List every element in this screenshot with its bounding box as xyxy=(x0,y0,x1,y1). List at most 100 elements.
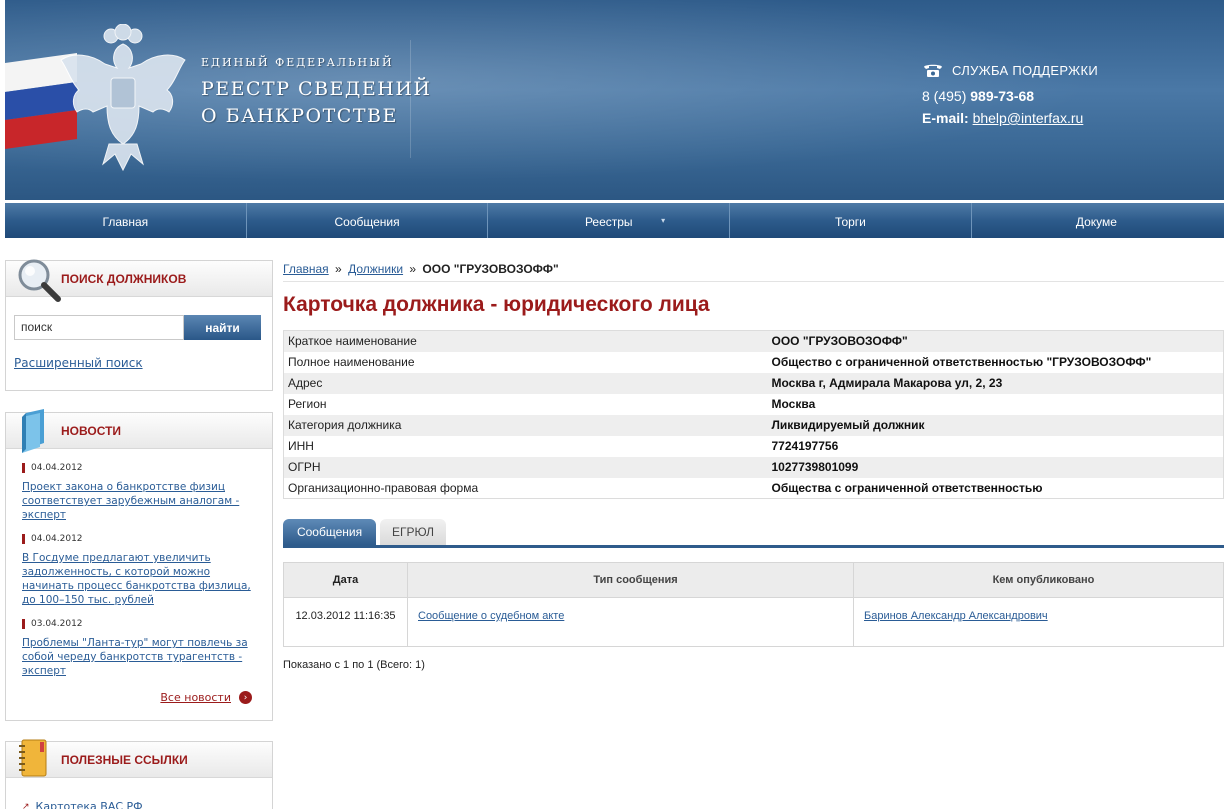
content-tabs: Сообщения ЕГРЮЛ xyxy=(283,519,446,545)
nav-item-trades[interactable]: Торги xyxy=(730,203,972,238)
site-header: ЕДИНЫЙ ФЕДЕРАЛЬНЫЙ РЕЕСТР СВЕДЕНИЙ О БАН… xyxy=(5,0,1224,200)
debtor-info-table: Краткое наименование ООО "ГРУЗОВОЗОФФ" По… xyxy=(283,330,1224,499)
support-phone: 8 (495) 989-73-68 xyxy=(922,88,1098,104)
chevron-down-icon: ▾ xyxy=(661,216,666,225)
news-box: НОВОСТИ 04.04.2012 Проект закона о банкр… xyxy=(5,409,273,721)
news-item: 04.04.2012 Проект закона о банкротстве ф… xyxy=(22,463,252,522)
external-link-icon: ↗ xyxy=(22,801,30,809)
news-date: 04.04.2012 xyxy=(22,463,252,473)
site-logo-text[interactable]: ЕДИНЫЙ ФЕДЕРАЛЬНЫЙ РЕЕСТР СВЕДЕНИЙ О БАН… xyxy=(201,56,431,127)
table-row: 12.03.2012 11:16:35 Сообщение о судебном… xyxy=(283,597,1224,647)
nav-label: Главная xyxy=(102,214,149,229)
phone-icon xyxy=(924,64,942,77)
useful-link-item[interactable]: ↗ Картотека ВАС РФ xyxy=(22,800,143,809)
box-title: НОВОСТИ xyxy=(61,424,122,438)
info-key: Организационно-правовая форма xyxy=(283,477,768,499)
info-key: Адрес xyxy=(283,372,768,394)
info-value: ООО "ГРУЗОВОЗОФФ" xyxy=(767,330,1224,352)
column-header-publisher[interactable]: Кем опубликовано xyxy=(853,562,1224,598)
breadcrumb-home[interactable]: Главная xyxy=(283,262,329,276)
box-header: ПОИСК ДОЛЖНИКОВ xyxy=(6,259,272,302)
message-date: 12.03.2012 11:16:35 xyxy=(283,597,408,647)
phone-number: 989-73-68 xyxy=(970,88,1035,104)
messages-table: Дата Тип сообщения Кем опубликовано 12.0… xyxy=(283,562,1224,647)
brand-line-1: ЕДИНЫЙ ФЕДЕРАЛЬНЫЙ xyxy=(201,56,394,69)
news-link[interactable]: Проект закона о банкротстве физиц соотве… xyxy=(22,480,252,522)
info-value: 7724197756 xyxy=(767,435,1224,457)
useful-link-label: Картотека ВАС РФ xyxy=(35,800,143,809)
info-value: Москва г, Адмирала Макарова ул, 2, 23 xyxy=(767,372,1224,394)
news-link[interactable]: В Госдуме предлагают увеличить задолженн… xyxy=(22,551,252,607)
info-row: Категория должника Ликвидируемый должник xyxy=(283,414,1224,436)
publisher-link[interactable]: Баринов Александр Александрович xyxy=(864,610,1048,622)
message-type-link[interactable]: Сообщение о судебном акте xyxy=(418,610,564,622)
info-key: Регион xyxy=(283,393,768,415)
breadcrumb-divider xyxy=(283,281,1224,282)
box-header: НОВОСТИ xyxy=(6,409,272,453)
notebook-icon xyxy=(19,739,47,777)
info-row: Адрес Москва г, Адмирала Макарова ул, 2, … xyxy=(283,372,1224,394)
nav-item-home[interactable]: Главная xyxy=(5,203,247,238)
debtor-search-box: ПОИСК ДОЛЖНИКОВ поиск найти Расширенный … xyxy=(5,259,273,391)
nav-label: Реестры xyxy=(584,214,633,229)
info-row: Краткое наименование ООО "ГРУЗОВОЗОФФ" xyxy=(283,330,1224,352)
info-row: ОГРН 1027739801099 xyxy=(283,456,1224,478)
search-button[interactable]: найти xyxy=(184,315,261,340)
pagination-status: Показано с 1 по 1 (Всего: 1) xyxy=(283,659,425,671)
box-header: ПОЛЕЗНЫЕ ССЫЛКИ xyxy=(6,739,272,778)
phone-prefix: 8 (495) xyxy=(922,88,967,104)
news-book-icon xyxy=(22,409,44,453)
message-type-cell: Сообщение о судебном акте xyxy=(407,597,854,647)
info-key: Категория должника xyxy=(283,414,768,436)
all-news-link[interactable]: Все новости › xyxy=(160,691,252,704)
support-title: СЛУЖБА ПОДДЕРЖКИ xyxy=(952,62,1098,78)
brand-line-2: РЕЕСТР СВЕДЕНИЙ xyxy=(201,78,432,100)
arrow-right-icon: › xyxy=(239,691,252,704)
news-date: 03.04.2012 xyxy=(22,619,252,629)
email-link[interactable]: bhelp@interfax.ru xyxy=(973,110,1084,126)
info-key: Краткое наименование xyxy=(283,330,768,352)
info-key: Полное наименование xyxy=(283,351,768,373)
nav-label: Докуме xyxy=(1075,214,1117,229)
publisher-cell: Баринов Александр Александрович xyxy=(853,597,1224,647)
useful-links-box: ПОЛЕЗНЫЕ ССЫЛКИ ↗ Картотека ВАС РФ xyxy=(5,739,273,809)
breadcrumb-debtors[interactable]: Должники xyxy=(348,262,403,276)
search-input[interactable]: поиск xyxy=(14,315,184,340)
column-header-date[interactable]: Дата xyxy=(283,562,408,598)
info-row: Регион Москва xyxy=(283,393,1224,415)
news-date: 04.04.2012 xyxy=(22,534,252,544)
support-email: E-mail: bhelp@interfax.ru xyxy=(922,110,1098,126)
breadcrumb-separator: » xyxy=(335,262,342,276)
info-key: ИНН xyxy=(283,435,768,457)
info-row: Полное наименование Общество с ограниченн… xyxy=(283,351,1224,373)
tab-egrul[interactable]: ЕГРЮЛ xyxy=(380,519,446,545)
breadcrumb: Главная » Должники » ООО "ГРУЗОВОЗОФФ" xyxy=(283,262,559,276)
column-header-type[interactable]: Тип сообщения xyxy=(407,562,854,598)
nav-item-messages[interactable]: Сообщения xyxy=(247,203,489,238)
page-title: Карточка должника - юридического лица xyxy=(283,293,710,316)
brand-line-3: О БАНКРОТСТВЕ xyxy=(201,105,398,127)
info-value: 1027739801099 xyxy=(767,456,1224,478)
box-title: ПОЛЕЗНЫЕ ССЫЛКИ xyxy=(61,753,188,767)
magnifier-icon xyxy=(18,259,61,302)
info-value: Москва xyxy=(767,393,1224,415)
support-block: СЛУЖБА ПОДДЕРЖКИ 8 (495) 989-73-68 E-mai… xyxy=(922,62,1098,127)
all-news-label: Все новости xyxy=(160,691,231,704)
nav-label: Сообщения xyxy=(334,214,400,229)
news-link[interactable]: Проблемы "Ланта-тур" могут повлечь за со… xyxy=(22,636,252,678)
tab-messages[interactable]: Сообщения xyxy=(283,519,376,545)
tabs-underline xyxy=(283,545,1224,548)
email-label: E-mail: xyxy=(922,110,969,126)
nav-item-registries[interactable]: Реестры ▾ xyxy=(488,203,731,238)
info-row: Организационно-правовая форма Общества с … xyxy=(283,477,1224,499)
info-row: ИНН 7724197756 xyxy=(283,435,1224,457)
info-value: Общество с ограниченной ответственностью… xyxy=(767,351,1224,373)
breadcrumb-separator: » xyxy=(409,262,417,276)
nav-item-documents[interactable]: Докуме xyxy=(972,203,1224,238)
main-nav: Главная Сообщения Реестры ▾ Торги Докуме xyxy=(5,203,1224,238)
advanced-search-link[interactable]: Расширенный поиск xyxy=(14,356,143,370)
box-title: ПОИСК ДОЛЖНИКОВ xyxy=(61,272,187,286)
breadcrumb-current: ООО "ГРУЗОВОЗОФФ" xyxy=(422,262,559,276)
info-key: ОГРН xyxy=(283,456,768,478)
nav-label: Торги xyxy=(835,214,866,229)
